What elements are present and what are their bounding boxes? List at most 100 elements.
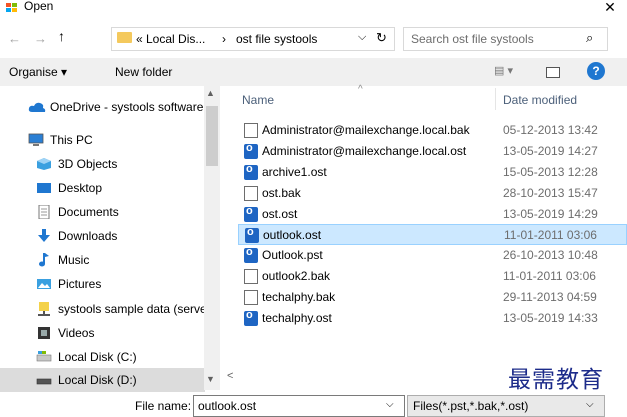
- file-date: 11-01-2011 03:06: [503, 269, 596, 283]
- file-row[interactable]: ost.bak 28-10-2013 15:47: [238, 183, 627, 204]
- navigation-pane: OneDrive - systools software This PC 3D …: [0, 86, 220, 392]
- file-name-input[interactable]: outlook.ost ⌵: [193, 395, 405, 417]
- file-row-selected[interactable]: outlook.ost 11-01-2011 03:06: [238, 224, 627, 245]
- sidebar-item-systools-sample-data[interactable]: systools sample data (serve: [0, 297, 207, 321]
- sort-ascending-icon: ^: [358, 84, 363, 95]
- drive-icon: [36, 351, 52, 362]
- file-name: outlook2.bak: [262, 269, 331, 283]
- file-row[interactable]: archive1.ost 15-05-2013 12:28: [238, 162, 627, 183]
- file-row[interactable]: Administrator@mailexchange.local.bak 05-…: [238, 120, 627, 141]
- sidebar-item-label: Documents: [58, 205, 119, 219]
- sidebar-item-label: 3D Objects: [58, 157, 118, 171]
- file-row[interactable]: techalphy.bak 29-11-2013 04:59: [238, 287, 627, 308]
- music-icon: [39, 253, 49, 267]
- refresh-icon[interactable]: ↻: [376, 30, 387, 46]
- help-icon[interactable]: ?: [587, 62, 605, 80]
- pictures-icon: [37, 279, 51, 289]
- file-name: ost.ost: [262, 207, 298, 221]
- search-icon[interactable]: ⌕: [586, 30, 593, 46]
- column-header-date-modified[interactable]: Date modified: [503, 93, 577, 107]
- preview-pane-icon[interactable]: [546, 67, 560, 78]
- watermark: 最需教育: [508, 367, 604, 393]
- outlook-file-icon: [244, 142, 258, 159]
- column-header-name[interactable]: Name: [242, 93, 274, 107]
- file-date: 13-05-2019 14:33: [503, 311, 598, 325]
- network-drive-icon: [38, 302, 50, 316]
- window-title: Open: [24, 0, 54, 13]
- back-button[interactable]: ←: [8, 31, 21, 46]
- sidebar-item-videos[interactable]: Videos: [0, 321, 205, 345]
- file-icon: [244, 123, 258, 138]
- column-divider[interactable]: [495, 88, 496, 110]
- file-row[interactable]: ost.ost 13-05-2019 14:29: [238, 204, 627, 225]
- file-icon: [244, 269, 258, 284]
- outlook-file-icon: [244, 246, 258, 263]
- sidebar-item-pictures[interactable]: Pictures: [0, 272, 205, 296]
- outlook-file-icon: [244, 163, 258, 180]
- close-button[interactable]: ✕: [600, 0, 620, 17]
- sidebar-item-this-pc[interactable]: This PC: [0, 128, 205, 152]
- command-bar: Organise ▾ New folder ▤ ▾ ?: [0, 58, 627, 86]
- file-name: ost.bak: [262, 186, 301, 200]
- sidebar-item-label: This PC: [50, 133, 93, 147]
- file-row[interactable]: outlook2.bak 11-01-2011 03:06: [238, 266, 627, 287]
- breadcrumb-current-folder[interactable]: ost file systools: [236, 32, 317, 46]
- sidebar-item-music[interactable]: Music: [0, 248, 205, 272]
- sidebar-item-label: Videos: [58, 326, 95, 340]
- file-name-label: File name:: [135, 399, 192, 413]
- scroll-down-icon[interactable]: ▼: [206, 374, 215, 384]
- sidebar-item-label: Music: [58, 253, 90, 267]
- computer-icon: [28, 133, 44, 146]
- file-name: techalphy.ost: [262, 311, 332, 325]
- file-date: 15-05-2013 12:28: [503, 165, 598, 179]
- file-type-select[interactable]: Files(*.pst,*.bak,*.ost) ⌵: [407, 395, 605, 417]
- outlook-file-icon: [244, 309, 258, 326]
- document-icon: [38, 205, 50, 219]
- file-row[interactable]: Outlook.pst 26-10-2013 10:48: [238, 245, 627, 266]
- search-input[interactable]: Search ost file systools ⌕: [403, 27, 608, 51]
- outlook-file-icon: [244, 205, 258, 222]
- video-icon: [38, 327, 50, 339]
- scroll-up-icon[interactable]: ▲: [206, 88, 215, 98]
- file-row[interactable]: techalphy.ost 13-05-2019 14:33: [238, 308, 627, 329]
- new-folder-button[interactable]: New folder: [115, 65, 172, 79]
- file-row[interactable]: Administrator@mailexchange.local.ost 13-…: [238, 141, 627, 162]
- download-icon: [38, 229, 50, 242]
- sidebar-item-label: Local Disk (C:): [58, 350, 137, 364]
- drive-icon: [36, 378, 52, 385]
- forward-button[interactable]: →: [34, 31, 47, 46]
- breadcrumb-local-disk[interactable]: « Local Dis...: [136, 32, 205, 46]
- chevron-down-icon[interactable]: ⌵: [586, 399, 594, 410]
- file-date: 11-01-2011 03:06: [504, 228, 597, 242]
- sidebar-item-local-disk-c[interactable]: Local Disk (C:): [0, 345, 205, 369]
- desktop-icon: [37, 183, 51, 193]
- scroll-left-icon[interactable]: <: [227, 370, 233, 382]
- breadcrumb-separator[interactable]: ›: [222, 32, 226, 46]
- address-bar[interactable]: « Local Dis... › ost file systools ⌵ ↻: [111, 27, 395, 51]
- sidebar-item-label: Desktop: [58, 181, 103, 195]
- sidebar-item-desktop[interactable]: Desktop: [0, 176, 205, 200]
- chevron-down-icon[interactable]: ⌵: [386, 399, 394, 410]
- file-name-value: outlook.ost: [198, 399, 257, 413]
- organise-menu-button[interactable]: Organise ▾: [9, 65, 67, 79]
- sidebar-item-label: Local Disk (D:): [58, 373, 137, 387]
- sidebar-item-3d-objects[interactable]: 3D Objects: [0, 152, 205, 176]
- sidebar-item-label: OneDrive - systools software: [50, 100, 204, 114]
- file-name: outlook.ost: [263, 228, 322, 242]
- folder-icon: [117, 32, 132, 43]
- title-bar: [0, 0, 627, 22]
- up-button[interactable]: ↑: [58, 28, 65, 44]
- sidebar-item-local-disk-d[interactable]: Local Disk (D:): [0, 368, 205, 392]
- file-date: 13-05-2019 14:29: [503, 207, 598, 221]
- file-icon: [244, 290, 258, 305]
- cube-icon: [37, 158, 51, 170]
- sidebar-item-downloads[interactable]: Downloads: [0, 224, 205, 248]
- file-name: Administrator@mailexchange.local.ost: [262, 144, 467, 158]
- sidebar-item-onedrive[interactable]: OneDrive - systools software: [0, 95, 205, 119]
- sidebar-item-documents[interactable]: Documents: [0, 200, 205, 224]
- address-dropdown-icon[interactable]: ⌵: [358, 31, 366, 44]
- file-date: 29-11-2013 04:59: [503, 290, 597, 304]
- file-name: techalphy.bak: [262, 290, 336, 304]
- sidebar-scroll-thumb[interactable]: [206, 106, 218, 166]
- view-options-icon[interactable]: ▤ ▾: [494, 64, 513, 77]
